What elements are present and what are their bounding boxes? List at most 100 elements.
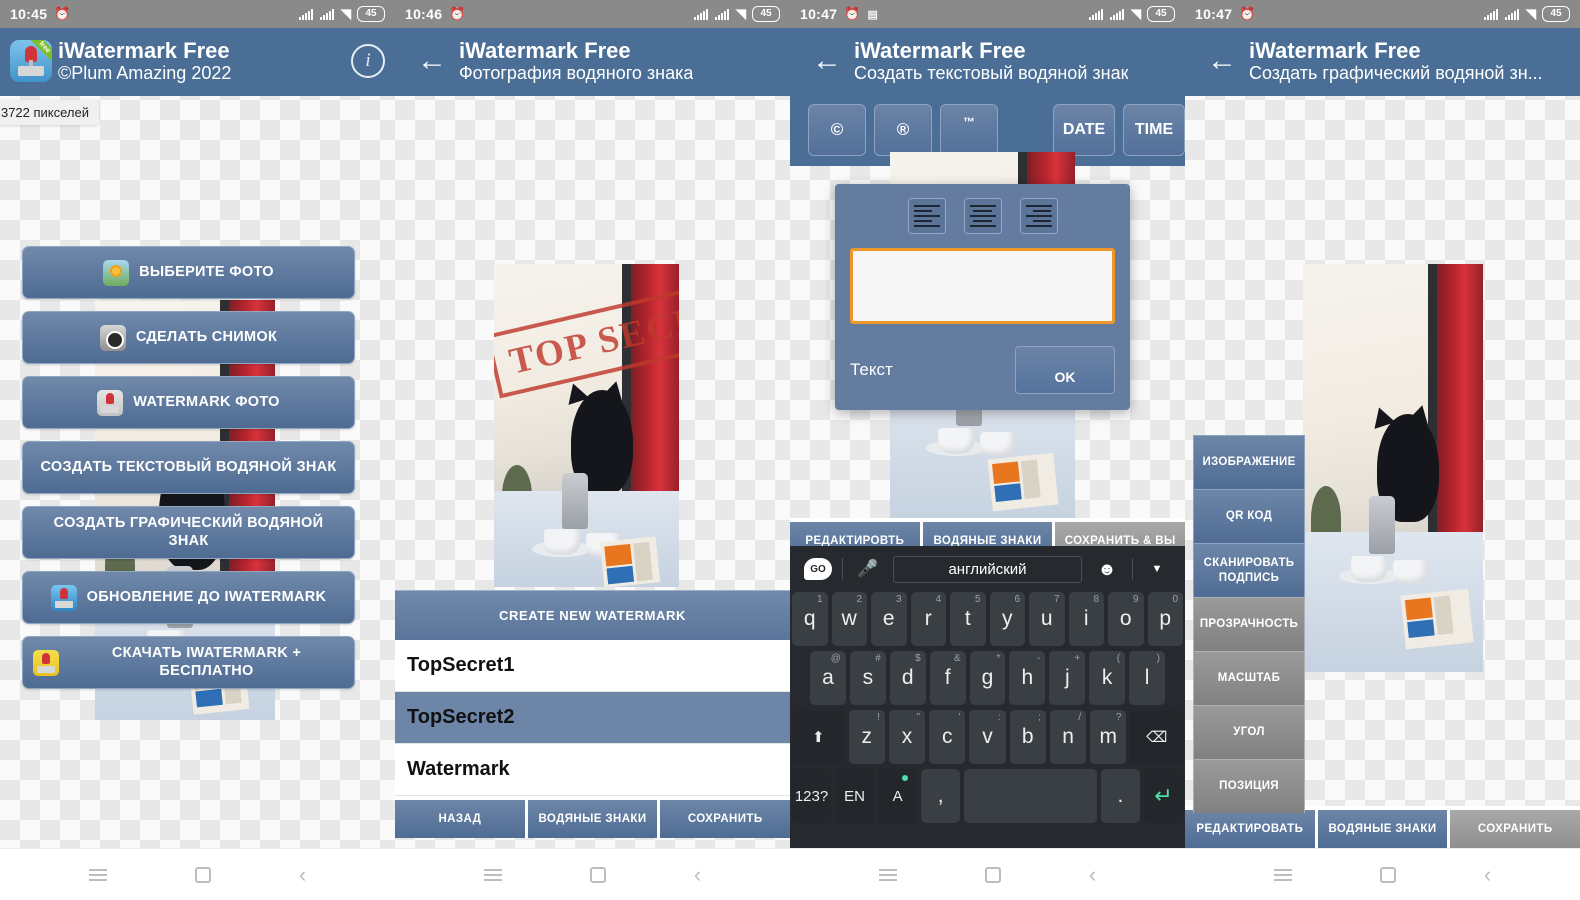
shift-key[interactable]: ⬆ [792,710,845,764]
key-r[interactable]: 4r [910,592,946,646]
key-c[interactable]: ' c [929,710,966,764]
menu-button-download-free[interactable]: СКАЧАТЬ IWATERMARK + БЕСПЛАТНО [22,636,355,689]
preview-photo[interactable]: TOP SECRET [494,264,679,587]
text-input-field[interactable] [850,248,1115,324]
menu-icon[interactable] [1273,866,1292,884]
back-chevron-icon[interactable]: ‹ [299,863,306,886]
back-chevron-icon[interactable]: ‹ [694,863,701,886]
app-title: iWatermark Free [1249,37,1421,63]
list-item[interactable]: TopSecret1 [395,640,790,692]
backspace-key[interactable]: ⌫ [1130,710,1184,764]
tab-save[interactable]: СОХРАНИТЬ [660,800,790,838]
key-num: 3 [895,594,902,605]
create-new-watermark-button[interactable]: CREATE NEW WATERMARK [395,590,790,640]
signal-icon-1 [694,8,709,20]
key-v[interactable]: :v [969,710,1006,764]
align-left-icon[interactable] [907,198,946,234]
menu-icon[interactable] [483,866,502,884]
comma-key[interactable]: , [921,769,961,823]
key-label: x [901,725,913,748]
tab-edit[interactable]: РЕДАКТИРОВАТЬ [1185,810,1315,848]
space-key[interactable] [964,769,1097,823]
signal-icon-1 [1484,8,1499,20]
key-num: 9 [1132,594,1139,605]
menu-button-watermark-photo[interactable]: WATERMARK ФОТО [22,376,355,429]
menu-button-create-text-watermark[interactable]: СОЗДАТЬ ТЕКСТОВЫЙ ВОДЯНОЙ ЗНАК [22,441,355,494]
align-right-icon[interactable] [1019,198,1058,234]
tab-watermarks[interactable]: ВОДЯНЫЕ ЗНАКИ [527,800,658,838]
side-button-transparency[interactable]: ПРОЗРАЧНОСТЬ [1193,597,1305,651]
time-button[interactable]: TIME [1123,104,1185,156]
menu-button-label: ВЫБЕРИТЕ ФОТО [139,263,274,280]
side-button-angle[interactable]: УГОЛ [1193,705,1305,759]
key-h[interactable]: -h [1009,651,1046,705]
tab-watermarks[interactable]: ВОДЯНЫЕ ЗНАКИ [1317,810,1448,848]
language-selector[interactable]: английский [893,555,1082,583]
side-button-qr-code[interactable]: QR КОД [1193,489,1305,543]
info-icon[interactable]: i [351,44,385,78]
key-u[interactable]: 7u [1029,592,1065,646]
key-w[interactable]: 2w [831,592,867,646]
tab-save[interactable]: СОХРАНИТЬ [1450,810,1580,848]
side-button-scan-signature[interactable]: СКАНИРОВАТЬ ПОДПИСЬ [1193,543,1305,597]
chevron-down-icon[interactable]: ▼ [1143,563,1171,575]
menu-button-create-graphic-watermark[interactable]: СОЗДАТЬ ГРАФИЧЕСКИЙ ВОДЯНОЙ ЗНАК [22,506,355,559]
list-item[interactable]: Watermark [395,744,790,796]
square-icon[interactable] [984,866,1001,883]
enter-key[interactable]: ↵ [1143,769,1184,823]
square-icon[interactable] [1379,866,1396,883]
microphone-icon[interactable]: 🎤 [853,559,883,579]
copyright-symbol-button[interactable]: © [808,104,866,156]
back-arrow-icon[interactable]: ← [800,46,854,76]
menu-button-choose-photo[interactable]: ВЫБЕРИТЕ ФОТО [22,246,355,299]
preview-photo[interactable] [1303,264,1483,672]
key-n[interactable]: / n [1049,710,1087,764]
menu-button-upgrade[interactable]: ОБНОВЛЕНИЕ ДО IWATERMARK [22,571,355,624]
key-l[interactable]: ) l [1129,651,1166,705]
back-arrow-icon[interactable]: ← [1195,46,1249,76]
key-d[interactable]: $ d [889,651,926,705]
trademark-symbol-button[interactable]: ™ [940,104,998,156]
key-x[interactable]: " x [888,710,926,764]
menu-icon[interactable] [88,866,107,884]
tab-back[interactable]: НАЗАД [395,800,525,838]
key-a[interactable]: @ a [810,651,846,705]
date-button[interactable]: DATE [1053,104,1115,156]
key-b[interactable]: ; b [1009,710,1046,764]
key-z[interactable]: ! z [848,710,885,764]
side-button-image[interactable]: ИЗОБРАЖЕНИЕ [1193,435,1305,489]
square-icon[interactable] [194,866,211,883]
back-chevron-icon[interactable]: ‹ [1484,863,1491,886]
back-arrow-icon[interactable]: ← [405,46,459,76]
key-o[interactable]: 9o [1108,592,1144,646]
period-key[interactable]: . [1100,769,1140,823]
key-q[interactable]: 1q [792,592,828,646]
key-j[interactable]: + j [1049,651,1086,705]
go-icon[interactable]: GO [804,558,832,580]
key-f[interactable]: & f [929,651,966,705]
numbers-key[interactable]: 123? [791,769,832,823]
language-key[interactable]: EN [835,769,875,823]
back-chevron-icon[interactable]: ‹ [1089,863,1096,886]
key-p[interactable]: 0p [1147,592,1183,646]
key-k[interactable]: (k [1089,651,1126,705]
key-m[interactable]: ? m [1090,710,1127,764]
key-i[interactable]: 8i [1068,592,1104,646]
text-input-dialog: Текст OK [835,184,1130,410]
align-center-icon[interactable] [963,198,1002,234]
menu-button-take-photo[interactable]: СДЕЛАТЬ СНИМОК [22,311,355,364]
list-item[interactable]: TopSecret2 [395,692,790,744]
registered-symbol-button[interactable]: ® [874,104,932,156]
side-button-scale[interactable]: МАСШТАБ [1193,651,1305,705]
square-icon[interactable] [589,866,606,883]
theme-key[interactable]: A [878,769,918,823]
emoji-icon[interactable]: ☻ [1092,559,1122,580]
key-t[interactable]: 5t [950,592,986,646]
side-button-position[interactable]: ПОЗИЦИЯ [1193,759,1305,813]
key-e[interactable]: 3e [871,592,907,646]
menu-icon[interactable] [878,866,897,884]
key-y[interactable]: 6y [989,592,1025,646]
key-g[interactable]: * g [969,651,1006,705]
key-s[interactable]: # s [849,651,886,705]
ok-button[interactable]: OK [1015,346,1115,394]
